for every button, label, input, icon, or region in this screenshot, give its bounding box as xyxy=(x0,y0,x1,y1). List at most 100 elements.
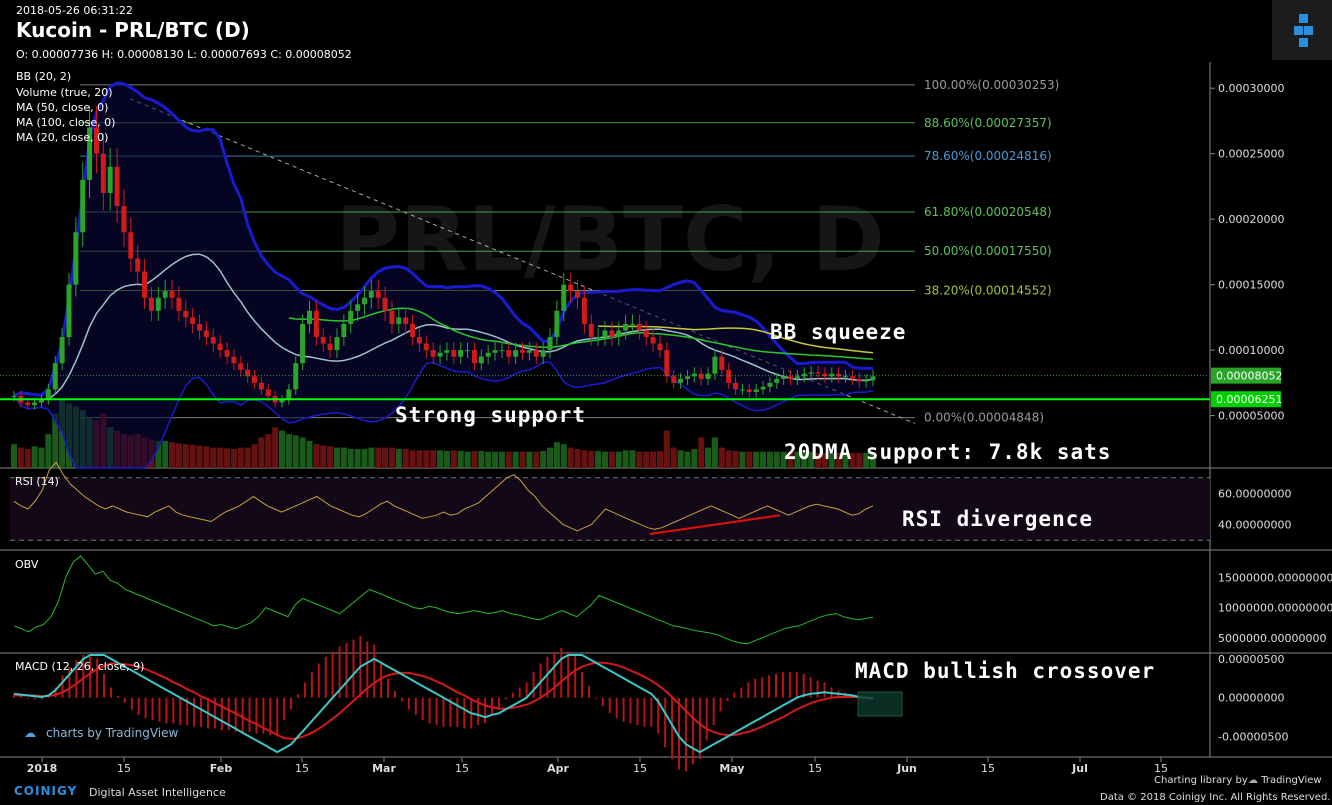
cloud-icon: ☁ xyxy=(24,726,36,740)
macd-histogram-bar xyxy=(61,675,64,698)
volume-bar xyxy=(31,446,38,468)
volume-bar xyxy=(608,451,615,468)
candle-body xyxy=(478,356,484,364)
candle-body xyxy=(155,297,161,311)
indicator-volume[interactable]: Volume (true, 20) xyxy=(16,86,113,99)
tradingview-link[interactable]: ☁ TradingView xyxy=(1248,775,1322,786)
time-tick-label: Apr xyxy=(547,762,569,775)
volume-bar xyxy=(698,437,705,468)
volume-bar xyxy=(196,445,203,468)
macd-histogram-bar xyxy=(691,697,694,765)
candle-body xyxy=(190,317,196,324)
volume-bar xyxy=(450,450,457,468)
volume-bar xyxy=(416,450,423,468)
macd-histogram-bar xyxy=(622,697,625,722)
volume-bar xyxy=(739,451,746,468)
candle-body xyxy=(32,402,38,406)
tradingview-badge[interactable]: ☁ charts by TradingView xyxy=(24,726,178,740)
macd-histogram-bar xyxy=(781,672,784,698)
macd-histogram-bar xyxy=(511,692,514,698)
volume-bar xyxy=(237,447,244,468)
tradingview-link-label: TradingView xyxy=(1261,775,1322,786)
volume-bar xyxy=(773,451,780,468)
candle-body xyxy=(595,337,601,339)
time-tick-label: 2018 xyxy=(27,762,58,775)
candle-body xyxy=(59,337,65,364)
candle-body xyxy=(128,232,134,259)
volume-bar xyxy=(574,448,581,468)
volume-bar xyxy=(285,434,292,468)
indicator-ma20[interactable]: MA (20, close, 0) xyxy=(16,131,108,144)
volume-bar xyxy=(306,440,313,468)
candle-body xyxy=(485,352,491,357)
tradingview-badge-label: charts by TradingView xyxy=(46,726,179,740)
charting-library-label: Charting library by xyxy=(1154,775,1248,786)
macd-histogram-bar xyxy=(394,690,397,698)
candle-body xyxy=(705,373,711,379)
candle-body xyxy=(100,153,106,193)
volume-bar xyxy=(560,444,567,468)
macd-histogram-bar xyxy=(331,651,334,698)
candle-body xyxy=(169,291,175,298)
macd-histogram-bar xyxy=(518,687,521,698)
fib-level-label: 0.00%(0.00004848) xyxy=(924,411,1044,425)
macd-histogram-bar xyxy=(421,697,424,720)
candle-body xyxy=(107,166,113,193)
volume-bar xyxy=(464,451,471,468)
coinigy-corner-logo[interactable] xyxy=(1272,0,1332,60)
macd-histogram-bar xyxy=(726,697,729,702)
macd-tick-label: 0.00000000 xyxy=(1218,692,1284,705)
indicator-bb[interactable]: BB (20, 2) xyxy=(16,70,71,83)
candle-body xyxy=(341,323,347,338)
candle-body xyxy=(11,395,17,397)
indicator-ma50[interactable]: MA (50, close, 0) xyxy=(16,101,108,114)
macd-histogram-bar xyxy=(345,643,348,698)
volume-bar xyxy=(547,447,554,468)
macd-histogram-bar xyxy=(650,697,653,727)
candle-body xyxy=(623,323,629,331)
candle-body xyxy=(643,330,649,338)
macd-histogram-bar xyxy=(705,697,708,741)
price-tick-label: 0.00005000 xyxy=(1218,410,1284,423)
candle-body xyxy=(252,376,258,383)
fib-level-label: 38.20%(0.00014552) xyxy=(924,284,1052,298)
macd-histogram-bar xyxy=(740,687,743,698)
macd-histogram-bar xyxy=(456,697,459,727)
volume-bar xyxy=(265,434,272,468)
volume-bar xyxy=(361,448,368,468)
macd-histogram-bar xyxy=(165,697,168,724)
candle-body xyxy=(856,378,862,382)
time-tick-label: Mar xyxy=(372,762,396,775)
candle-body xyxy=(162,291,168,298)
macd-histogram-bar xyxy=(823,682,826,698)
volume-bar xyxy=(45,434,52,468)
volume-bar xyxy=(615,451,622,468)
candle-body xyxy=(726,369,732,383)
macd-histogram-bar xyxy=(26,697,29,699)
volume-bar xyxy=(210,447,217,468)
macd-histogram-bar xyxy=(594,697,597,699)
macd-histogram-bar xyxy=(788,672,791,698)
macd-histogram-bar xyxy=(775,673,778,698)
indicator-ma100[interactable]: MA (100, close, 0) xyxy=(16,116,115,129)
macd-histogram-bar xyxy=(497,697,500,708)
volume-bar xyxy=(718,447,725,468)
volume-bar xyxy=(457,451,464,468)
macd-histogram-bar xyxy=(151,697,154,720)
annotation-macd-crossover: MACD bullish crossover xyxy=(855,659,1156,683)
volume-bar xyxy=(636,451,643,468)
coinigy-logo[interactable]: COINIGY xyxy=(14,784,77,798)
macd-histogram-bar xyxy=(172,697,175,724)
macd-histogram-bar xyxy=(816,680,819,698)
volume-bar xyxy=(691,448,698,468)
candle-body xyxy=(320,337,326,344)
volume-bar xyxy=(519,451,526,468)
candle-body xyxy=(73,232,79,285)
macd-histogram-bar xyxy=(587,685,590,698)
macd-histogram-bar xyxy=(407,697,410,710)
ohlc-readout: O: 0.00007736 H: 0.00008130 L: 0.0000769… xyxy=(16,48,352,61)
candle-body xyxy=(217,343,223,351)
volume-bar xyxy=(368,447,375,468)
candle-body xyxy=(664,350,670,377)
candle-body xyxy=(238,363,244,370)
